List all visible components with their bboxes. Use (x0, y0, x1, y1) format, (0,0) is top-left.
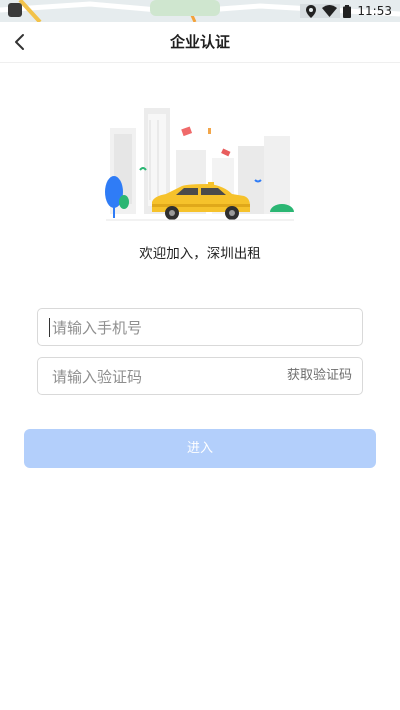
code-field: 获取验证码 (37, 357, 363, 396)
location-icon (306, 4, 317, 18)
battery-icon (343, 4, 352, 18)
page-title: 企业认证 (169, 33, 230, 51)
taxi-city-illustration (105, 108, 294, 221)
enter-button[interactable]: 进入 (24, 429, 376, 468)
phone-input[interactable] (50, 309, 274, 347)
get-code-button[interactable]: 获取验证码 (287, 358, 352, 394)
welcome-text: 欢迎加入，深圳出租 (139, 246, 261, 262)
header-bar: 企业认证 (0, 22, 400, 63)
wifi-icon (322, 5, 338, 17)
clock: 11:53 (357, 4, 392, 18)
text-caret (49, 318, 50, 337)
status-bar: 11:53 (0, 0, 400, 22)
status-icons: 11:53 (306, 2, 392, 20)
phone-field (37, 308, 363, 347)
app-notification-icon (8, 3, 22, 17)
verification-code-input[interactable] (50, 358, 274, 396)
